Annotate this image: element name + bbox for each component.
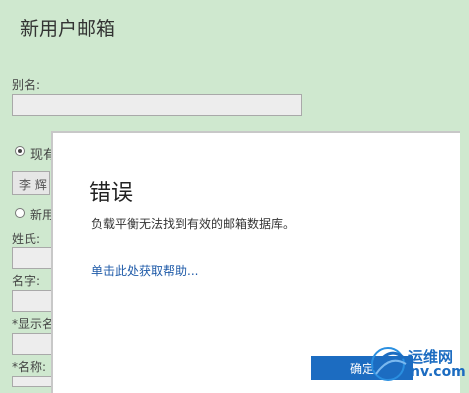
name-input[interactable] bbox=[12, 376, 52, 387]
existing-user-field[interactable]: 李 辉 bbox=[12, 171, 50, 195]
lastname-label: 姓氏: bbox=[12, 232, 41, 246]
watermark: 运维网 nv.com bbox=[366, 336, 469, 387]
dialog-title: 错误 bbox=[89, 181, 134, 206]
displayname-input[interactable] bbox=[12, 333, 52, 355]
watermark-logo-icon bbox=[371, 347, 407, 381]
displayname-label: *显示名 bbox=[12, 317, 55, 331]
firstname-input[interactable] bbox=[12, 290, 52, 312]
dialog-message: 负载平衡无法找到有效的邮箱数据库。 bbox=[91, 217, 296, 231]
firstname-label: 名字: bbox=[12, 274, 41, 288]
name-label: *名称: bbox=[12, 360, 47, 374]
watermark-subtext: nv.com bbox=[410, 364, 466, 380]
existing-user-radio[interactable] bbox=[15, 146, 25, 156]
page-title: 新用户邮箱 bbox=[20, 18, 116, 40]
alias-input[interactable] bbox=[12, 94, 302, 116]
help-link[interactable]: 单击此处获取帮助... bbox=[91, 262, 198, 279]
lastname-input[interactable] bbox=[12, 247, 52, 269]
alias-label: 别名: bbox=[12, 78, 41, 92]
new-user-radio[interactable] bbox=[15, 208, 25, 218]
